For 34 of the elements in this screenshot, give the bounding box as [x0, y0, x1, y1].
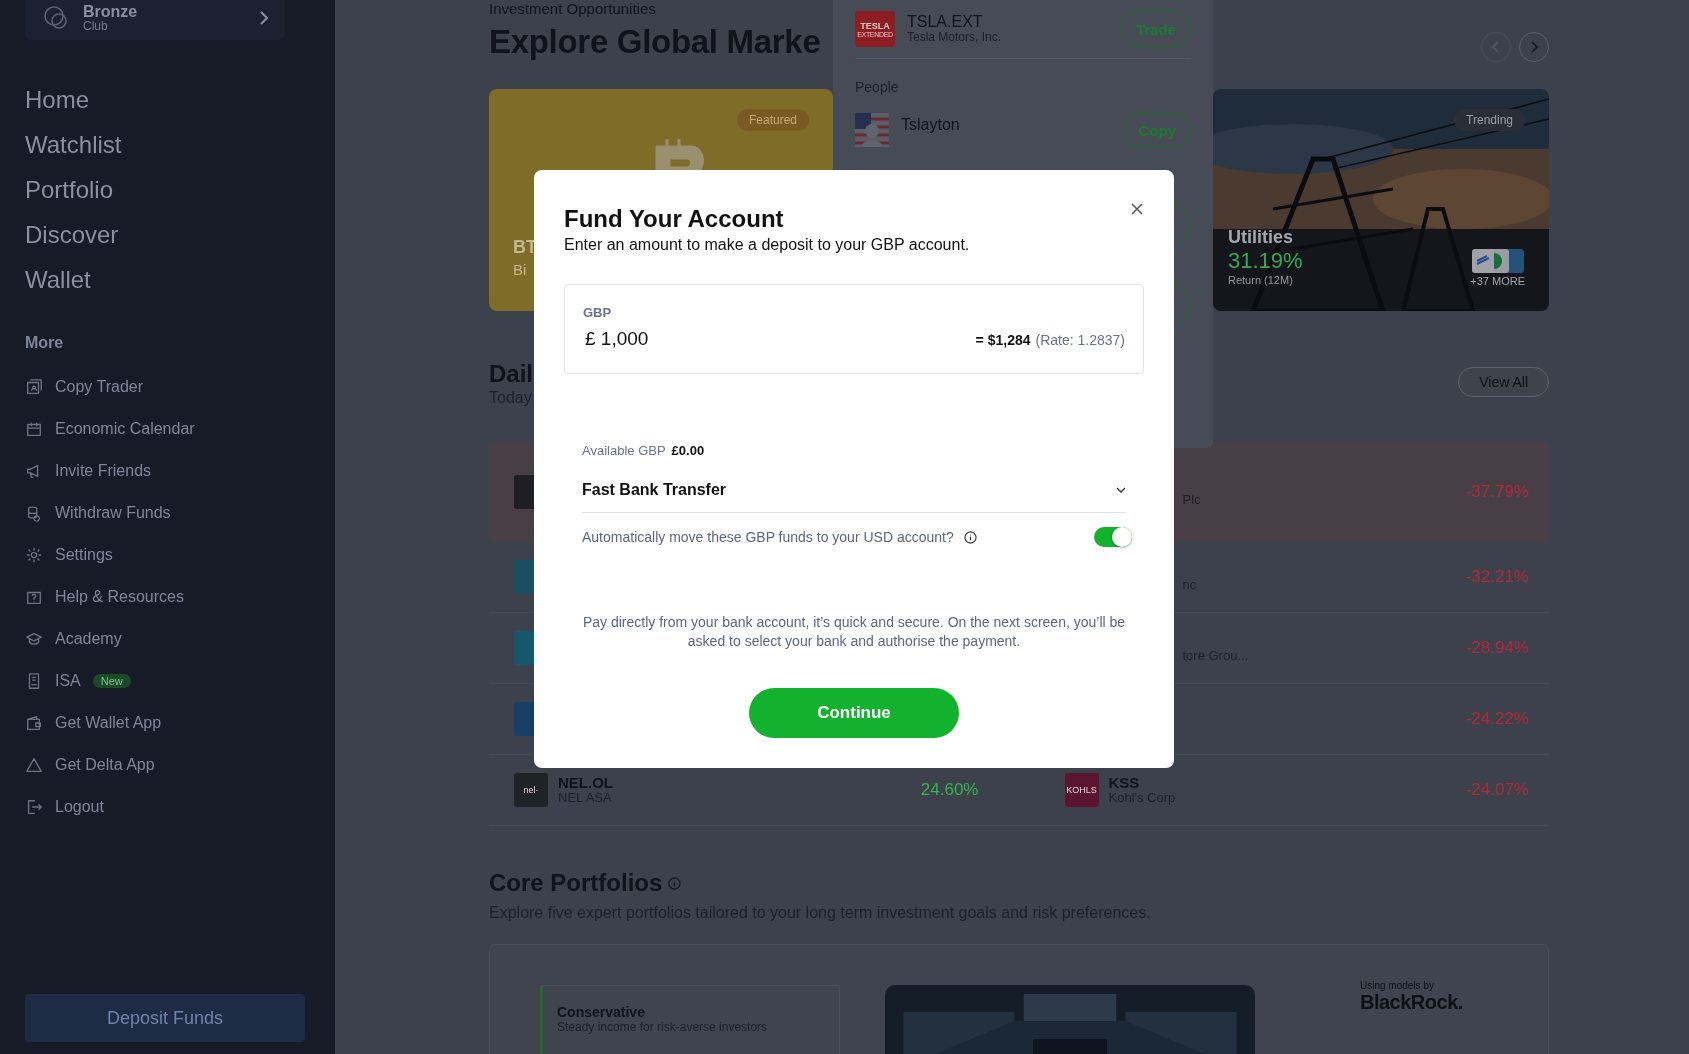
available-balance: £0.00	[671, 443, 705, 458]
dialog-subtitle: Enter an amount to make a deposit to your GBP account.	[564, 235, 971, 255]
converted-amount: = $1,284	[975, 332, 1031, 348]
new-badge: New	[92, 674, 131, 688]
return-label: Return (12M)	[1228, 274, 1294, 286]
ticker-symbol: TSLA.EXT	[907, 12, 984, 32]
card-subtitle: Bi	[513, 261, 527, 278]
amount-value: £ 1,000	[584, 328, 650, 350]
brand-logo: BlackRock.	[1360, 991, 1463, 1014]
card-title: BT	[513, 237, 537, 258]
exchange-rate: (Rate: 1.2837)	[1035, 332, 1125, 348]
return-value: 31.19%	[1228, 248, 1303, 274]
trending-badge: Trending	[1454, 109, 1525, 131]
change-value: -28.94%	[1465, 638, 1529, 658]
change-value: -37.79%	[1465, 482, 1529, 502]
dialog-title: Fund Your Account	[564, 204, 784, 234]
payment-note: Pay directly from your bank account, it’s quick and secure. On the next screen, you’ll be asked to select your bank and authorise the payment.	[582, 613, 1126, 651]
club-label: Club	[83, 20, 109, 34]
auto-move-label: Automatically move these GBP funds to your USD account?	[582, 529, 954, 545]
section-heading: More	[25, 334, 65, 352]
featured-badge: Featured	[736, 109, 809, 131]
person-name: Tslayton	[901, 116, 961, 134]
change-value: -24.07%	[1465, 780, 1529, 800]
company-logo: nel·	[514, 773, 548, 807]
available-label: Available GBP	[582, 443, 666, 458]
card-title: Utilities	[1228, 227, 1294, 248]
company-logo: KOHLS	[1064, 773, 1099, 807]
more-count: +37 MORE	[1470, 275, 1525, 287]
currency-label: GBP	[583, 305, 613, 320]
logo-text: TESLA	[860, 20, 890, 31]
change-value: -24.22%	[1465, 709, 1529, 729]
change-value: 24.60%	[920, 780, 979, 800]
club-name: Bronze	[83, 2, 139, 21]
change-value: -32.21%	[1465, 567, 1529, 587]
